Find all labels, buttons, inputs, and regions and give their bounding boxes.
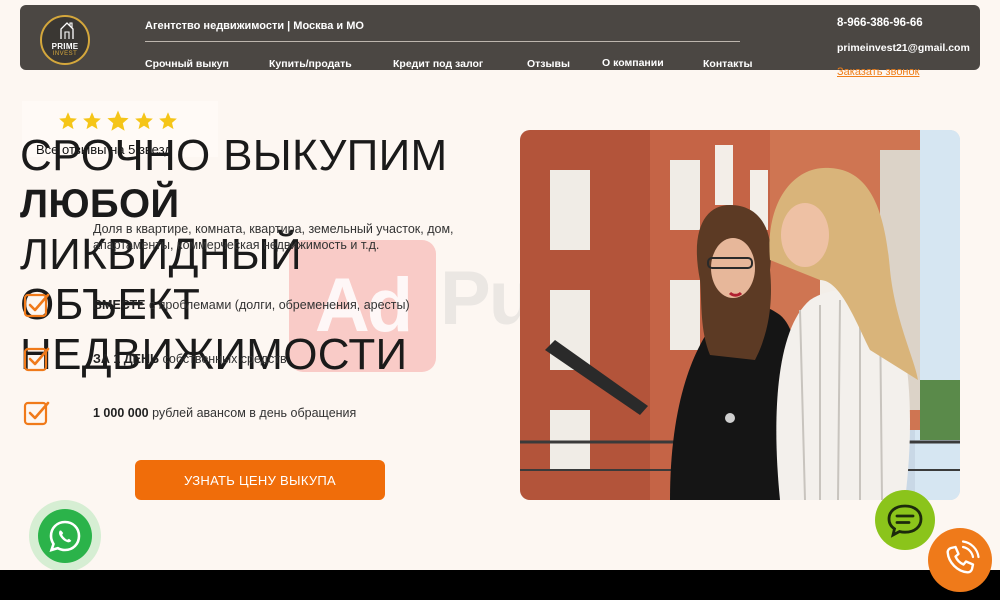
get-buyout-price-button[interactable]: УЗНАТЬ ЦЕНУ ВЫКУПА (135, 460, 385, 500)
nav-secured-loan[interactable]: Кредит под залог (393, 58, 483, 70)
header-divider (145, 41, 740, 42)
agency-tagline: Агентство недвижимости | Москва и МО (145, 20, 364, 32)
star-icon (59, 112, 77, 130)
site-header: PRIME INVEST Агентство недвижимости | Мо… (20, 5, 980, 78)
star-icon (135, 112, 153, 130)
feature-2-text: собственных средств (159, 352, 287, 366)
star-icon (83, 112, 101, 130)
feature-item-2: ЗА 1 ДЕНЬ собственных средств (93, 352, 287, 366)
chat-icon (887, 504, 923, 538)
nav-about[interactable]: О компании (602, 57, 664, 69)
hero-photo (520, 130, 960, 500)
nav-contacts[interactable]: Контакты (703, 58, 753, 70)
feature-2-bold: ЗА 1 ДЕНЬ (93, 352, 160, 366)
checkbox-icon (23, 401, 50, 426)
checkbox-icon (23, 347, 50, 372)
checkbox-icon (23, 293, 50, 318)
nav-reviews[interactable]: Отзывы (527, 58, 570, 70)
order-call-link[interactable]: Заказать звонок (837, 66, 919, 78)
feature-1-bold: ВМЕСТЕ (93, 298, 146, 312)
feature-item-3: 1 000 000 рублей авансом в день обращени… (93, 406, 356, 420)
bottom-bar (0, 570, 1000, 600)
email-address[interactable]: primeinvest21@gmail.com (837, 42, 970, 54)
house-logo-icon (60, 22, 74, 39)
nav-buy-sell[interactable]: Купить/продать (269, 58, 352, 70)
chat-button[interactable] (875, 490, 935, 550)
hero-title-line1: СРОЧНО ВЫКУПИМ (20, 131, 448, 180)
whatsapp-icon (49, 520, 81, 552)
feature-1-text: с проблемами (долги, обременения, аресты… (145, 298, 410, 312)
logo-line1: PRIME (51, 42, 79, 51)
prime-invest-logo[interactable]: PRIME INVEST (40, 15, 90, 65)
logo-line2: INVEST (52, 51, 78, 57)
call-button[interactable] (928, 528, 992, 592)
phone-number[interactable]: 8-966-386-96-66 (837, 17, 923, 29)
whatsapp-button[interactable] (29, 500, 101, 572)
nav-urgent-buyout[interactable]: Срочный выкуп (145, 58, 229, 70)
feature-3-bold: 1 000 000 (93, 406, 149, 420)
feature-item-1: ВМЕСТЕ с проблемами (долги, обременения,… (93, 298, 410, 312)
feature-3-text: рублей авансом в день обращения (148, 406, 357, 420)
hero-subtitle: Доля в квартире, комната, квартира, земе… (93, 222, 454, 252)
phone-icon (946, 540, 980, 574)
star-icon (159, 112, 177, 130)
whatsapp-circle (38, 509, 92, 563)
